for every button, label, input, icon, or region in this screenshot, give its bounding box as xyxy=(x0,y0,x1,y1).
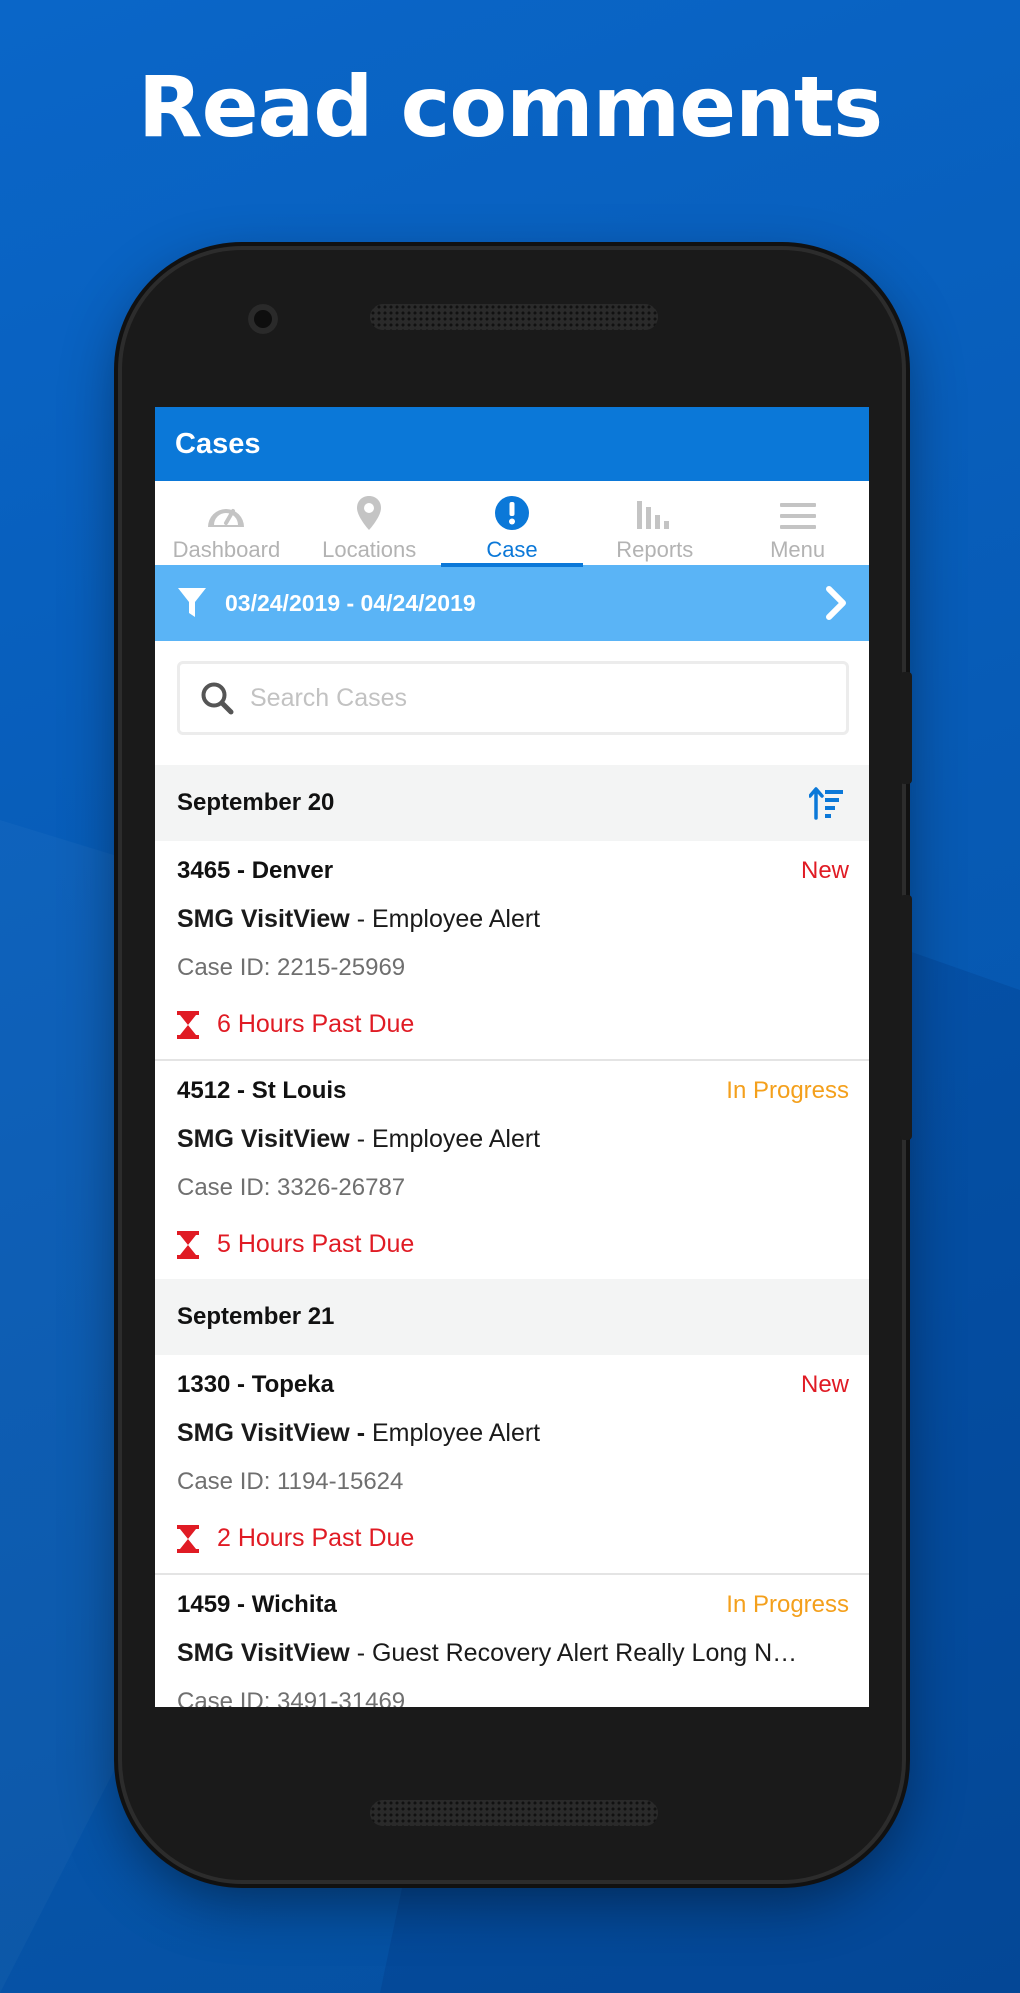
tab-locations[interactable]: Locations xyxy=(298,481,441,565)
tab-dashboard[interactable]: Dashboard xyxy=(155,481,298,565)
case-id: Case ID: 3491-31469 xyxy=(177,1688,406,1707)
case-list-item[interactable]: 1459 - Wichita In Progress SMG VisitView… xyxy=(155,1575,869,1707)
tab-bar: Dashboard Locations Case Reports Menu xyxy=(155,481,869,567)
front-camera xyxy=(248,304,278,334)
case-location: 1330 - Topeka xyxy=(177,1371,334,1398)
past-due-indicator: 5 Hours Past Due xyxy=(177,1230,849,1259)
tab-label: Case xyxy=(486,537,538,562)
phone-screen: Cases Dashboard Locations Case Reports M… xyxy=(155,407,869,1707)
case-id: Case ID: 2215-25969 xyxy=(177,954,406,981)
case-description: SMG VisitView - Employee Alert xyxy=(177,1419,849,1448)
case-list-item[interactable]: 4512 - St Louis In Progress SMG VisitVie… xyxy=(155,1061,869,1279)
map-pin-icon xyxy=(357,496,382,530)
case-type: Guest Recovery Alert Really Long N… xyxy=(371,1639,798,1667)
app-bar: Cases xyxy=(155,407,869,481)
search-box[interactable] xyxy=(177,661,849,735)
tab-menu[interactable]: Menu xyxy=(726,481,869,565)
status-badge: In Progress xyxy=(726,1077,849,1104)
case-location: 4512 - St Louis xyxy=(177,1077,347,1104)
filter-icon xyxy=(178,588,206,617)
hourglass-icon xyxy=(177,1524,199,1553)
search-input[interactable] xyxy=(250,683,770,713)
bottom-speaker xyxy=(370,1800,658,1826)
case-type: Employee Alert xyxy=(371,905,541,933)
case-location: 3465 - Denver xyxy=(177,857,334,884)
case-description: SMG VisitView - Employee Alert xyxy=(177,905,849,934)
status-badge: New xyxy=(800,1371,849,1398)
case-separator: - xyxy=(349,905,372,933)
status-badge: New xyxy=(800,857,849,884)
status-badge: In Progress xyxy=(726,1591,849,1618)
chevron-right-icon[interactable] xyxy=(825,586,847,620)
tab-label: Menu xyxy=(770,537,826,562)
case-location: 1459 - Wichita xyxy=(177,1591,337,1618)
speedometer-icon xyxy=(208,509,245,527)
past-due-text: 6 Hours Past Due xyxy=(217,1010,415,1038)
case-brand: SMG VisitView xyxy=(177,905,350,933)
tab-label: Locations xyxy=(322,537,417,562)
case-description: SMG VisitView - Guest Recovery Alert Rea… xyxy=(177,1639,849,1668)
tab-label: Reports xyxy=(616,537,694,562)
hourglass-icon xyxy=(177,1230,199,1259)
hourglass-icon xyxy=(177,1010,199,1039)
case-type: Employee Alert xyxy=(371,1125,541,1153)
case-description: SMG VisitView - Employee Alert xyxy=(177,1125,849,1154)
date-group-header: September 21 xyxy=(155,1279,869,1355)
power-button xyxy=(900,895,912,1140)
alert-circle-icon xyxy=(494,496,529,530)
case-id: Case ID: 3326-26787 xyxy=(177,1174,406,1201)
headline: Read comments xyxy=(137,58,883,156)
tab-case[interactable]: Case xyxy=(440,481,584,567)
sort-ascending-icon[interactable] xyxy=(809,786,845,820)
case-brand: SMG VisitView xyxy=(177,1125,350,1153)
group-date: September 20 xyxy=(177,789,335,816)
hamburger-icon xyxy=(779,503,816,529)
date-range: 03/24/2019 - 04/24/2019 xyxy=(225,589,476,616)
date-filter-bar[interactable]: 03/24/2019 - 04/24/2019 xyxy=(155,565,869,641)
date-group-header: September 20 xyxy=(155,765,869,841)
case-type: Employee Alert xyxy=(371,1419,541,1447)
volume-button xyxy=(900,672,912,784)
past-due-indicator: 6 Hours Past Due xyxy=(177,1010,849,1039)
search-icon xyxy=(201,682,234,715)
page-title: Cases xyxy=(175,427,261,460)
search-container xyxy=(155,641,869,765)
past-due-text: 2 Hours Past Due xyxy=(217,1524,415,1552)
bar-chart-icon xyxy=(636,501,669,529)
case-brand: SMG VisitView xyxy=(177,1639,350,1667)
case-list-item[interactable]: 3465 - Denver New SMG VisitView - Employ… xyxy=(155,841,869,1061)
past-due-indicator: 2 Hours Past Due xyxy=(177,1524,849,1553)
group-date: September 21 xyxy=(177,1303,335,1330)
case-brand: SMG VisitView - xyxy=(177,1419,366,1447)
tab-label: Dashboard xyxy=(172,537,281,562)
case-id: Case ID: 1194-15624 xyxy=(177,1468,404,1495)
case-separator xyxy=(365,1419,372,1447)
past-due-text: 5 Hours Past Due xyxy=(217,1230,415,1258)
top-speaker xyxy=(370,304,658,330)
case-separator: - xyxy=(349,1125,372,1153)
tab-reports[interactable]: Reports xyxy=(583,481,726,565)
case-list-item[interactable]: 1330 - Topeka New SMG VisitView - Employ… xyxy=(155,1355,869,1575)
case-separator: - xyxy=(349,1639,372,1667)
